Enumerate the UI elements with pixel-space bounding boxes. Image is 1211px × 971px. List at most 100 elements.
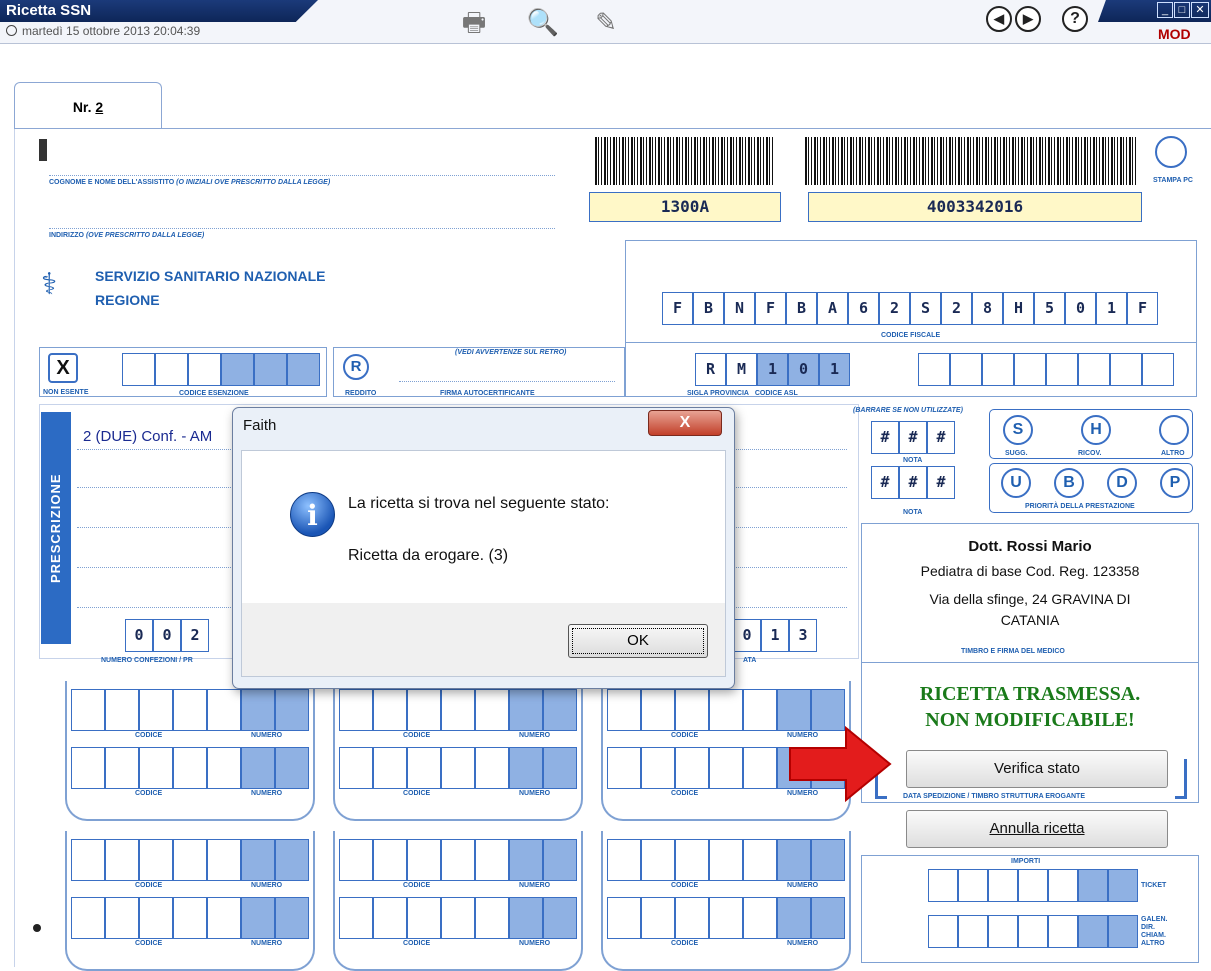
annulla-ricetta-button[interactable]: Annulla ricetta: [906, 810, 1168, 848]
code-box[interactable]: [173, 747, 207, 789]
code-row[interactable]: [339, 897, 577, 939]
char-box[interactable]: 1: [761, 619, 789, 652]
char-box[interactable]: [254, 353, 287, 386]
extra-code-field[interactable]: [918, 353, 1174, 386]
dialog-close-button[interactable]: X: [648, 410, 722, 436]
code-box[interactable]: [441, 839, 475, 881]
char-box[interactable]: 5: [1034, 292, 1065, 325]
char-box[interactable]: [1142, 353, 1174, 386]
code-box[interactable]: [207, 689, 241, 731]
printer-save-icon[interactable]: 🖶: [456, 6, 492, 38]
codice-esenzione-field[interactable]: [122, 353, 320, 386]
code-row[interactable]: [339, 839, 577, 881]
code-box[interactable]: [675, 839, 709, 881]
code-box[interactable]: [607, 897, 641, 939]
code-box[interactable]: [641, 747, 675, 789]
char-box[interactable]: #: [927, 466, 955, 499]
char-box[interactable]: [950, 353, 982, 386]
code-box[interactable]: [777, 839, 811, 881]
char-box[interactable]: A: [817, 292, 848, 325]
char-box[interactable]: [988, 915, 1018, 948]
code-row[interactable]: [607, 839, 845, 881]
code-box[interactable]: [475, 897, 509, 939]
code-box[interactable]: [475, 689, 509, 731]
numero-confezioni-field[interactable]: 002: [125, 619, 209, 652]
code-box[interactable]: [607, 689, 641, 731]
code-box[interactable]: [543, 689, 577, 731]
code-box[interactable]: [139, 689, 173, 731]
firma-line[interactable]: [399, 381, 615, 382]
code-box[interactable]: [407, 689, 441, 731]
galen-field[interactable]: [928, 915, 1138, 948]
priorita-u-checkbox[interactable]: U: [1001, 468, 1031, 498]
ok-button[interactable]: OK: [568, 624, 708, 658]
char-box[interactable]: 0: [125, 619, 153, 652]
char-box[interactable]: [1078, 915, 1108, 948]
code-box[interactable]: [139, 897, 173, 939]
code-box[interactable]: [441, 689, 475, 731]
code-box[interactable]: [275, 747, 309, 789]
prescrizione-line-1[interactable]: 2 (DUE) Conf. - AM: [83, 428, 212, 445]
char-box[interactable]: S: [910, 292, 941, 325]
char-box[interactable]: 0: [788, 353, 819, 386]
code-box[interactable]: [139, 747, 173, 789]
char-box[interactable]: [1014, 353, 1046, 386]
char-box[interactable]: N: [724, 292, 755, 325]
code-box[interactable]: [173, 897, 207, 939]
code-box[interactable]: [71, 689, 105, 731]
reddito-checkbox[interactable]: R: [343, 354, 369, 380]
code-box[interactable]: [241, 747, 275, 789]
code-box[interactable]: [543, 897, 577, 939]
search-document-icon[interactable]: 🔍: [525, 6, 561, 38]
code-box[interactable]: [339, 689, 373, 731]
priorita-b-checkbox[interactable]: B: [1054, 468, 1084, 498]
code-box[interactable]: [105, 689, 139, 731]
code-box[interactable]: [675, 689, 709, 731]
code-box[interactable]: [641, 689, 675, 731]
code-box[interactable]: [339, 839, 373, 881]
code-box[interactable]: [339, 897, 373, 939]
code-box[interactable]: [441, 897, 475, 939]
char-box[interactable]: [918, 353, 950, 386]
stampa-pc-checkbox[interactable]: [1155, 136, 1187, 168]
code-box[interactable]: [173, 689, 207, 731]
char-box[interactable]: [1108, 869, 1138, 902]
char-box[interactable]: #: [927, 421, 955, 454]
code-box[interactable]: [241, 839, 275, 881]
char-box[interactable]: [188, 353, 221, 386]
code-box[interactable]: [543, 839, 577, 881]
char-box[interactable]: [1078, 869, 1108, 902]
provincia-asl-field[interactable]: RM101: [695, 353, 850, 386]
char-box[interactable]: [1078, 353, 1110, 386]
code-box[interactable]: [641, 897, 675, 939]
char-box[interactable]: 6: [848, 292, 879, 325]
sugg-checkbox[interactable]: S: [1003, 415, 1033, 445]
char-box[interactable]: [221, 353, 254, 386]
char-box[interactable]: 1: [757, 353, 788, 386]
code-box[interactable]: [709, 689, 743, 731]
code-box[interactable]: [105, 897, 139, 939]
code-box[interactable]: [339, 747, 373, 789]
ticket-field[interactable]: [928, 869, 1138, 902]
code-box[interactable]: [709, 747, 743, 789]
code-box[interactable]: [207, 747, 241, 789]
char-box[interactable]: [982, 353, 1014, 386]
char-box[interactable]: [1018, 869, 1048, 902]
char-box[interactable]: [1018, 915, 1048, 948]
char-box[interactable]: #: [899, 421, 927, 454]
code-box[interactable]: [275, 897, 309, 939]
char-box[interactable]: 1: [1096, 292, 1127, 325]
char-box[interactable]: #: [871, 421, 899, 454]
char-box[interactable]: #: [899, 466, 927, 499]
code-box[interactable]: [105, 747, 139, 789]
code-box[interactable]: [475, 747, 509, 789]
data-field[interactable]: 013: [733, 619, 817, 652]
char-box[interactable]: 2: [181, 619, 209, 652]
code-box[interactable]: [675, 897, 709, 939]
code-box[interactable]: [275, 839, 309, 881]
code-box[interactable]: [811, 897, 845, 939]
char-box[interactable]: 2: [941, 292, 972, 325]
char-box[interactable]: 0: [733, 619, 761, 652]
char-box[interactable]: [988, 869, 1018, 902]
non-esente-checkbox[interactable]: X: [48, 353, 78, 383]
